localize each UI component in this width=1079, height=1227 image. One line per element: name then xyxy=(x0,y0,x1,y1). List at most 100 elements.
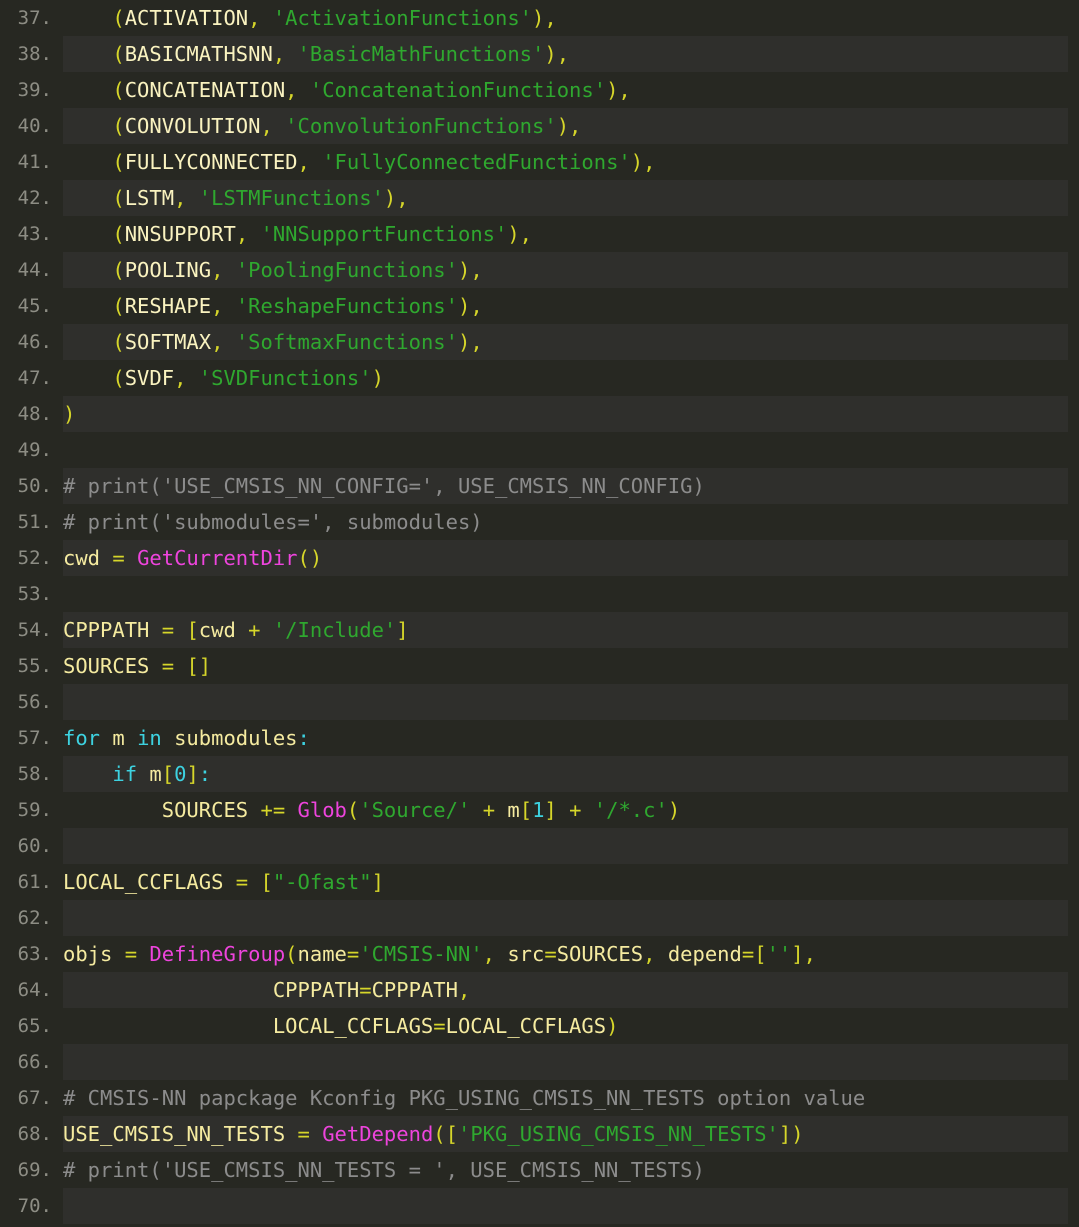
code-line-text[interactable] xyxy=(63,576,1079,612)
code-token: cwd xyxy=(63,546,101,570)
code-token: SOFTMAX xyxy=(124,330,212,354)
code-line[interactable]: 61. LOCAL_CCFLAGS = ["-Ofast"] xyxy=(0,864,1079,900)
code-line-text[interactable]: (SOFTMAX, 'SoftmaxFunctions'), xyxy=(63,324,1079,360)
code-line[interactable]: 52. cwd = GetCurrentDir() xyxy=(0,540,1079,576)
code-line-text[interactable] xyxy=(63,432,1079,468)
code-line[interactable]: 38. (BASICMATHSNN, 'BasicMathFunctions')… xyxy=(0,36,1079,72)
code-line-text[interactable] xyxy=(63,1188,1079,1224)
code-line-text[interactable]: LOCAL_CCFLAGS=LOCAL_CCFLAGS) xyxy=(63,1008,1079,1044)
code-token: ), xyxy=(532,6,557,30)
line-number: 38. xyxy=(17,43,52,65)
code-line[interactable]: 67. # CMSIS-NN papckage Kconfig PKG_USING… xyxy=(0,1080,1079,1116)
code-line-text[interactable]: (RESHAPE, 'ReshapeFunctions'), xyxy=(63,288,1079,324)
code-line[interactable]: 43. (NNSUPPORT, 'NNSupportFunctions'), xyxy=(0,216,1079,252)
code-token: 'BasicMathFunctions' xyxy=(297,42,545,66)
code-line-text[interactable]: # CMSIS-NN papckage Kconfig PKG_USING_CM… xyxy=(63,1080,1079,1116)
code-line[interactable]: 66. xyxy=(0,1044,1079,1080)
code-line[interactable]: 44. (POOLING, 'PoolingFunctions'), xyxy=(0,252,1079,288)
code-line[interactable]: 53. xyxy=(0,576,1079,612)
code-line[interactable]: 45. (RESHAPE, 'ReshapeFunctions'), xyxy=(0,288,1079,324)
code-token: ( xyxy=(112,114,125,138)
code-line[interactable]: 64. CPPPATH=CPPPATH, xyxy=(0,972,1079,1008)
code-line[interactable]: 47. (SVDF, 'SVDFunctions') xyxy=(0,360,1079,396)
code-line[interactable]: 70. xyxy=(0,1188,1079,1224)
code-token: , xyxy=(482,942,495,966)
code-line[interactable]: 51. # print('submodules=', submodules) xyxy=(0,504,1079,540)
code-line-text[interactable]: (SVDF, 'SVDFunctions') xyxy=(63,360,1079,396)
code-line[interactable]: 48.) xyxy=(0,396,1079,432)
code-line-text[interactable]: (LSTM, 'LSTMFunctions'), xyxy=(63,180,1079,216)
code-line-text[interactable]: # print('USE_CMSIS_NN_TESTS = ', USE_CMS… xyxy=(63,1152,1079,1188)
code-line-text[interactable]: (CONVOLUTION, 'ConvolutionFunctions'), xyxy=(63,108,1079,144)
code-viewer[interactable]: 37. (ACTIVATION, 'ActivationFunctions'),… xyxy=(0,0,1079,1227)
code-line-text[interactable]: (POOLING, 'PoolingFunctions'), xyxy=(63,252,1079,288)
code-token: = xyxy=(297,1122,310,1146)
code-line-text[interactable]: CPPPATH=CPPPATH, xyxy=(63,972,1079,1008)
code-line[interactable]: 62. xyxy=(0,900,1079,936)
code-token: ([ xyxy=(433,1122,458,1146)
code-line[interactable]: 56. xyxy=(0,684,1079,720)
code-line[interactable]: 58. if m[0]: xyxy=(0,756,1079,792)
code-token: LOCAL_CCFLAGS xyxy=(63,870,224,894)
code-line-text[interactable]: (BASICMATHSNN, 'BasicMathFunctions'), xyxy=(63,36,1079,72)
code-token: USE_CMSIS_NN_TESTS xyxy=(63,1122,286,1146)
code-token: = xyxy=(544,942,557,966)
code-line-text[interactable]: SOURCES = [] xyxy=(63,648,1079,684)
code-line[interactable]: 42. (LSTM, 'LSTMFunctions'), xyxy=(0,180,1079,216)
code-line-text[interactable]: ) xyxy=(63,396,1079,432)
line-number: 46. xyxy=(17,331,52,353)
code-line-text[interactable]: cwd = GetCurrentDir() xyxy=(63,540,1079,576)
code-token: + xyxy=(482,798,496,822)
code-line-text[interactable]: (ACTIVATION, 'ActivationFunctions'), xyxy=(63,0,1079,36)
line-number: 55. xyxy=(17,655,52,677)
code-line[interactable]: 39. (CONCATENATION, 'ConcatenationFuncti… xyxy=(0,72,1079,108)
code-line-text[interactable]: CPPPATH = [cwd + '/Include'] xyxy=(63,612,1079,648)
code-line-text[interactable]: if m[0]: xyxy=(63,756,1079,792)
line-number: 70. xyxy=(17,1195,52,1217)
code-line-text[interactable] xyxy=(63,684,1079,720)
line-number: 41. xyxy=(17,151,52,173)
code-line-text[interactable]: # print('submodules=', submodules) xyxy=(63,504,1079,540)
code-line-text[interactable]: USE_CMSIS_NN_TESTS = GetDepend(['PKG_USI… xyxy=(63,1116,1079,1152)
code-line[interactable]: 37. (ACTIVATION, 'ActivationFunctions'), xyxy=(0,0,1079,36)
code-token: 'ConvolutionFunctions' xyxy=(285,114,557,138)
code-line[interactable]: 60. xyxy=(0,828,1079,864)
code-line[interactable]: 59. SOURCES += Glob('Source/' + m[1] + '… xyxy=(0,792,1079,828)
code-line-text[interactable]: (CONCATENATION, 'ConcatenationFunctions'… xyxy=(63,72,1079,108)
code-token: [ xyxy=(161,762,175,786)
code-token: CPPPATH xyxy=(63,618,150,642)
code-line[interactable]: 54. CPPPATH = [cwd + '/Include'] xyxy=(0,612,1079,648)
code-line-text[interactable]: LOCAL_CCFLAGS = ["-Ofast"] xyxy=(63,864,1079,900)
code-line-text[interactable]: SOURCES += Glob('Source/' + m[1] + '/*.c… xyxy=(63,792,1079,828)
code-line[interactable]: 49. xyxy=(0,432,1079,468)
code-line-text[interactable]: # print('USE_CMSIS_NN_CONFIG=', USE_CMSI… xyxy=(63,468,1079,504)
code-token: , xyxy=(248,6,261,30)
code-line-text[interactable] xyxy=(63,1044,1079,1080)
code-line-text[interactable]: (FULLYCONNECTED, 'FullyConnectedFunction… xyxy=(63,144,1079,180)
code-line-text[interactable]: objs = DefineGroup(name='CMSIS-NN', src=… xyxy=(63,936,1079,972)
code-line-text[interactable] xyxy=(63,900,1079,936)
code-token: LOCAL_CCFLAGS xyxy=(445,1014,607,1038)
code-line[interactable]: 68. USE_CMSIS_NN_TESTS = GetDepend(['PKG_… xyxy=(0,1116,1079,1152)
code-line[interactable]: 57. for m in submodules: xyxy=(0,720,1079,756)
code-line[interactable]: 50. # print('USE_CMSIS_NN_CONFIG=', USE_C… xyxy=(0,468,1079,504)
code-line-text[interactable]: for m in submodules: xyxy=(63,720,1079,756)
code-line-text[interactable] xyxy=(63,828,1079,864)
code-line[interactable]: 55. SOURCES = [] xyxy=(0,648,1079,684)
code-token: ] xyxy=(371,870,384,894)
code-line[interactable]: 65. LOCAL_CCFLAGS=LOCAL_CCFLAGS) xyxy=(0,1008,1079,1044)
code-line[interactable]: 41. (FULLYCONNECTED, 'FullyConnectedFunc… xyxy=(0,144,1079,180)
code-line[interactable]: 63. objs = DefineGroup(name='CMSIS-NN', s… xyxy=(0,936,1079,972)
code-line[interactable]: 69. # print('USE_CMSIS_NN_TESTS = ', USE_… xyxy=(0,1152,1079,1188)
code-line[interactable]: 40. (CONVOLUTION, 'ConvolutionFunctions'… xyxy=(0,108,1079,144)
code-line[interactable]: 46. (SOFTMAX, 'SoftmaxFunctions'), xyxy=(0,324,1079,360)
code-token: ), xyxy=(606,78,631,102)
code-line-text[interactable]: (NNSUPPORT, 'NNSupportFunctions'), xyxy=(63,216,1079,252)
